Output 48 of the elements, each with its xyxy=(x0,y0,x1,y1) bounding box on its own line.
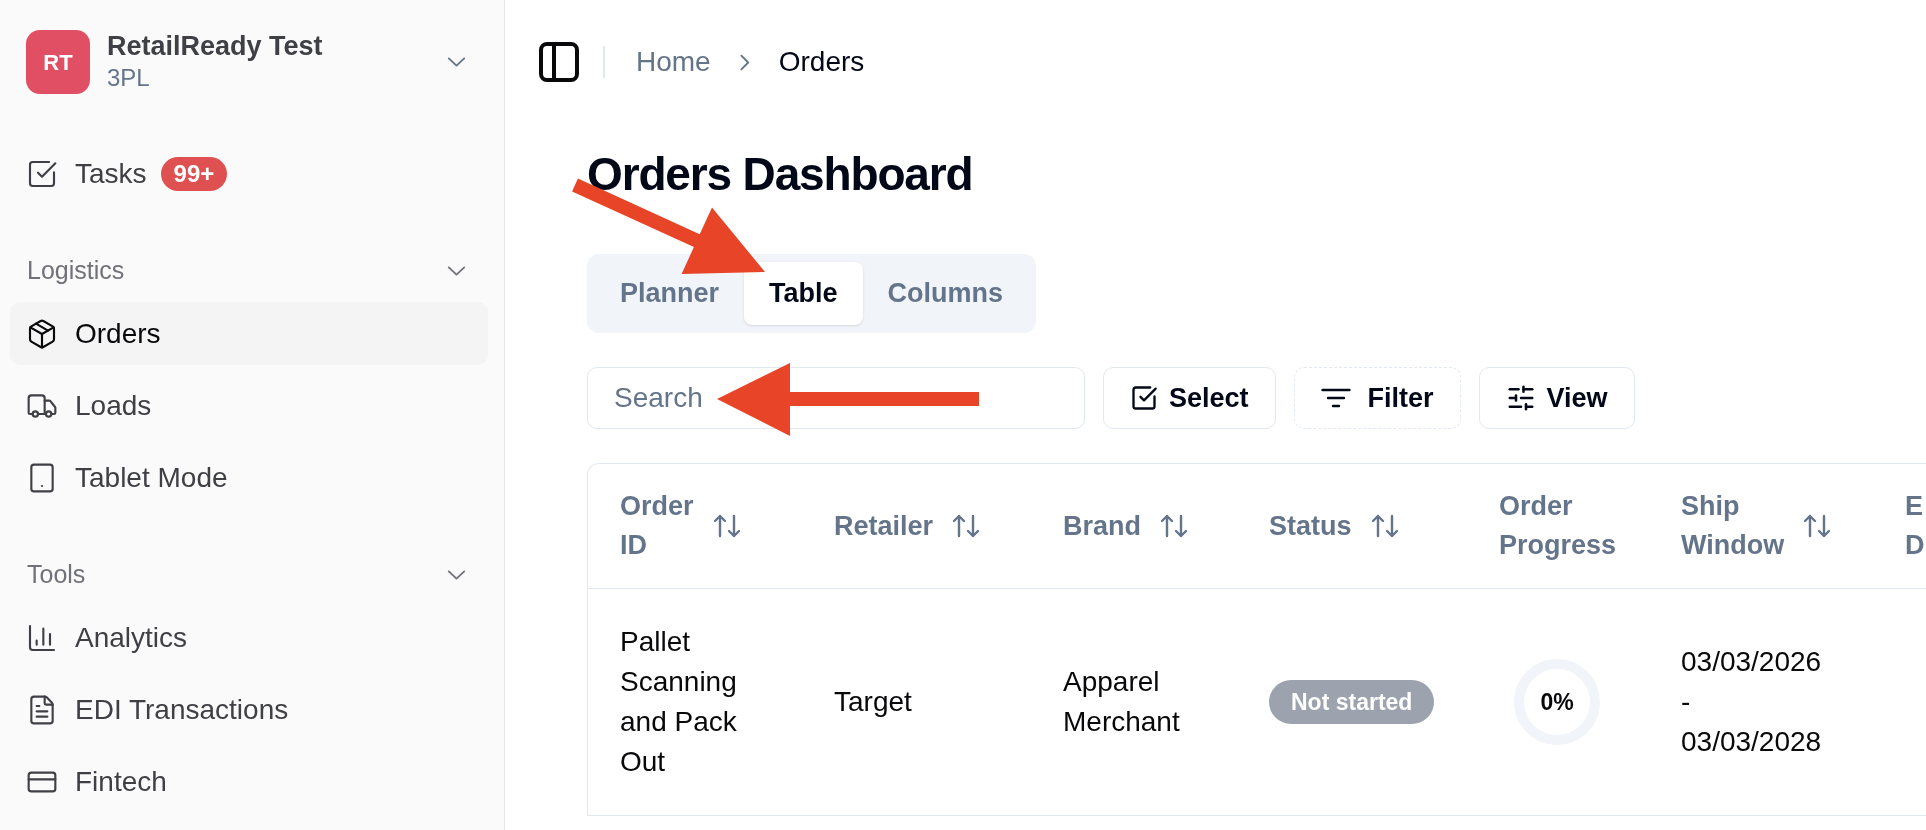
org-avatar: RT xyxy=(26,30,90,94)
column-header: Ship Window xyxy=(1681,490,1785,562)
sort-arrows-icon[interactable] xyxy=(1370,514,1399,538)
tab[interactable]: Table xyxy=(744,262,863,325)
filter-icon xyxy=(1320,388,1351,408)
table-cell: 03/03/2026 - 03/03/2028 xyxy=(1681,646,1822,757)
page-title: Orders Dashboard xyxy=(587,148,973,200)
sort-arrows-icon[interactable] xyxy=(952,514,981,538)
column-header: Brand xyxy=(1063,509,1141,543)
chevron-down-icon[interactable] xyxy=(447,570,466,580)
tab[interactable]: Columns xyxy=(862,262,1029,325)
select-button[interactable]: Select xyxy=(1103,367,1276,429)
table-cell: Apparel Merchant xyxy=(1063,666,1180,737)
chevron-down-icon[interactable] xyxy=(447,57,466,67)
box-icon xyxy=(26,317,58,350)
table-cell: Pallet Scanning and Pack Out xyxy=(620,626,737,777)
sidebar-item[interactable]: Analytics xyxy=(10,606,488,669)
org-name: RetailReady Test xyxy=(107,30,324,62)
sort-arrows-icon[interactable] xyxy=(1160,514,1188,538)
tab[interactable]: Planner xyxy=(595,262,745,325)
column-header: Status xyxy=(1269,509,1352,543)
sidebar-item[interactable]: Tablet Mode xyxy=(10,446,488,509)
checkbox-icon xyxy=(1130,384,1158,412)
sidebar-item[interactable]: EDI Transactions xyxy=(10,678,488,741)
column-header: Order ID xyxy=(620,490,694,562)
sort-arrows-icon[interactable] xyxy=(712,514,741,538)
sidebar-item[interactable]: Fintech xyxy=(10,750,488,813)
breadcrumb-current: Orders xyxy=(778,45,865,79)
view-button[interactable]: View xyxy=(1478,367,1635,429)
table-cell: Target xyxy=(834,686,912,717)
org-subtitle: 3PL xyxy=(107,63,151,93)
column-header: Order Progress xyxy=(1499,490,1617,562)
column-header: Retailer xyxy=(834,509,934,543)
section-header[interactable]: Logistics xyxy=(10,251,488,291)
chevron-down-icon[interactable] xyxy=(447,266,466,276)
sort-arrows-icon[interactable] xyxy=(1803,514,1832,538)
status-badge: Not started xyxy=(1269,680,1435,724)
breadcrumb-link[interactable]: Home xyxy=(636,41,711,83)
section-header[interactable]: Tools xyxy=(10,555,488,595)
sidebar-item[interactable]: Orders xyxy=(10,302,488,365)
chevron-right-icon xyxy=(739,53,750,71)
progress-label: 0% xyxy=(1540,687,1574,717)
panel-icon[interactable] xyxy=(539,42,579,82)
sidebar-item[interactable]: Tasks 99+ xyxy=(10,142,488,205)
filter-button[interactable]: Filter xyxy=(1293,367,1461,429)
column-header: E D xyxy=(1905,490,1925,562)
sidebar-item[interactable]: Loads xyxy=(10,374,488,437)
count-badge: 99+ xyxy=(160,156,228,191)
